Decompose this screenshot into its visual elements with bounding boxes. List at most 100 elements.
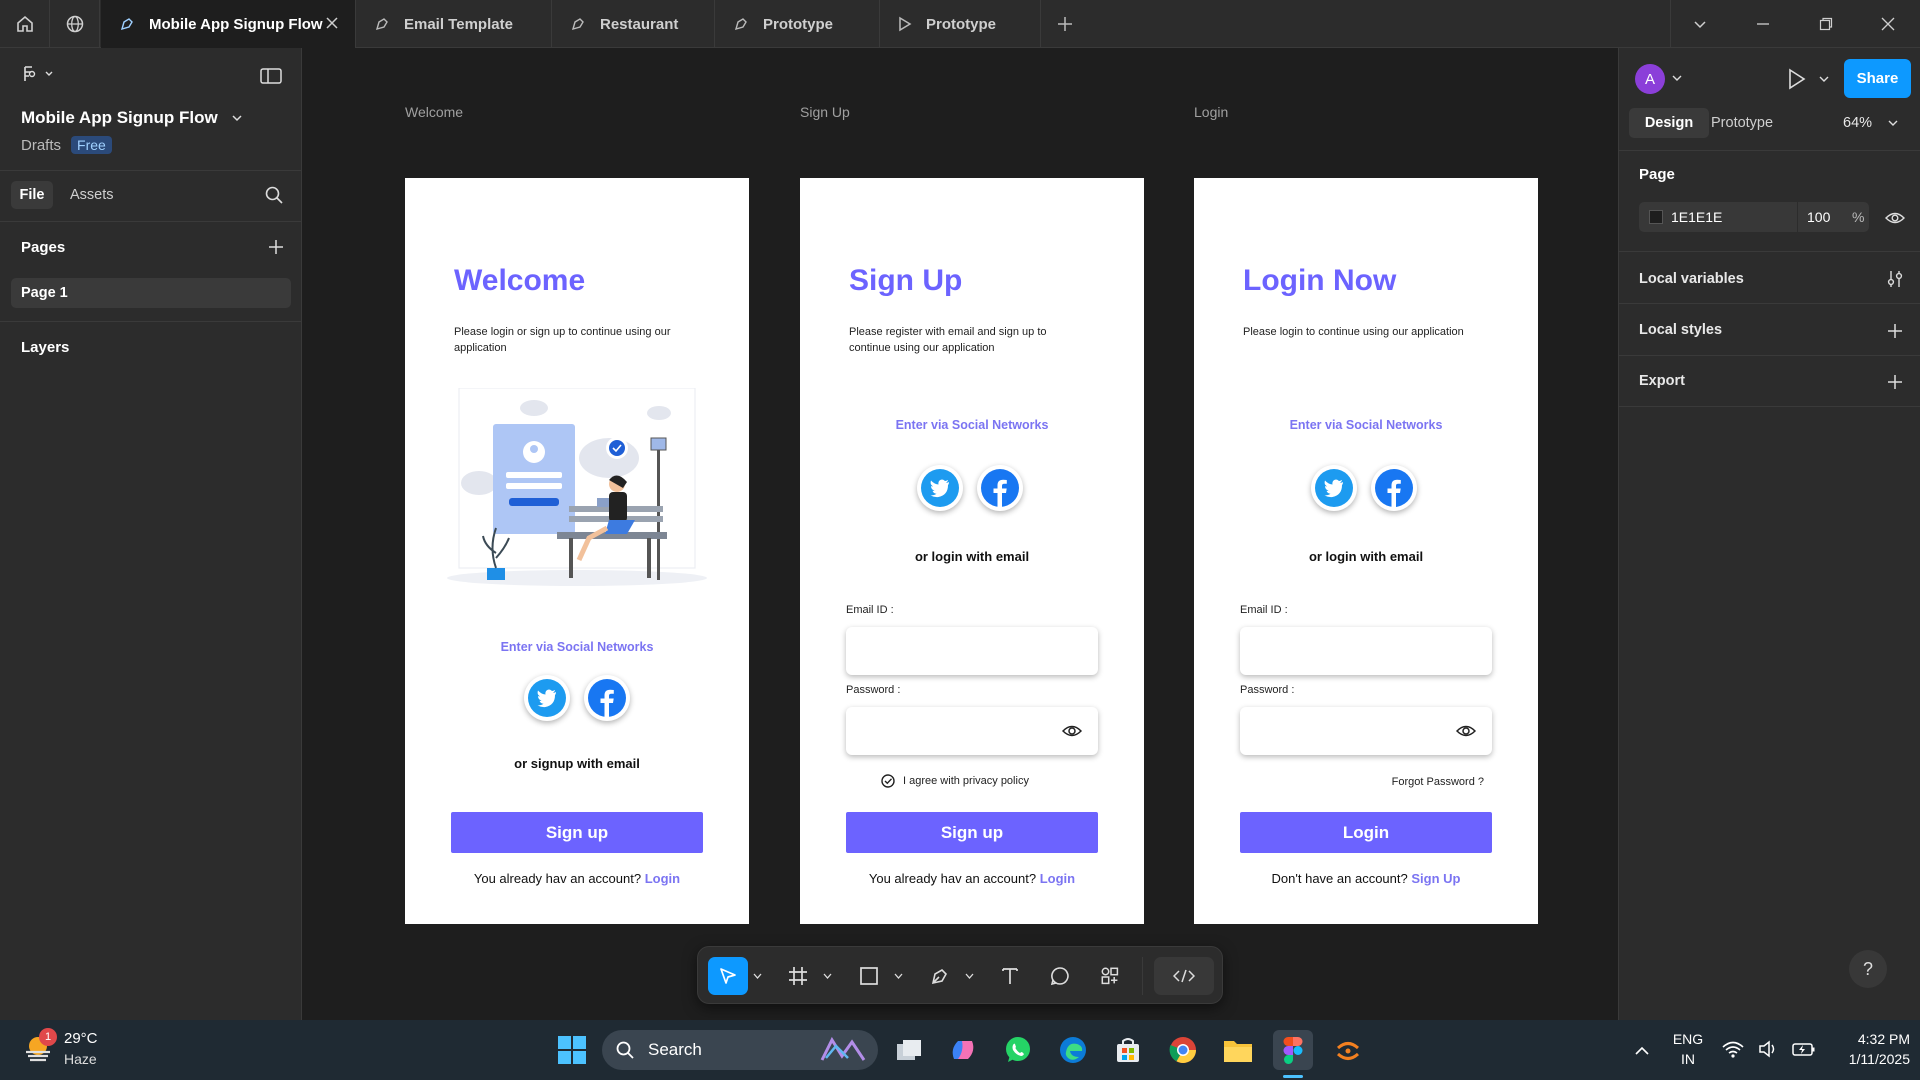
tab-file[interactable]: File <box>11 181 53 209</box>
login-email-field[interactable] <box>1240 627 1492 675</box>
frame-tool-menu[interactable] <box>820 957 834 995</box>
main-menu-button[interactable] <box>22 66 54 82</box>
weather-widget[interactable]: 1 <box>20 1028 57 1066</box>
shape-tool-menu[interactable] <box>891 957 905 995</box>
login-twitter-button[interactable] <box>1311 465 1357 511</box>
eye-icon[interactable] <box>1885 211 1905 225</box>
color-swatch[interactable] <box>1649 210 1663 224</box>
play-icon <box>1789 68 1806 90</box>
chevron-down-icon[interactable] <box>1672 75 1682 82</box>
zoom-dropdown[interactable]: 64% <box>1843 115 1898 131</box>
chevron-down-icon[interactable] <box>1819 76 1829 83</box>
page-color-value[interactable]: 1E1E1E <box>1671 209 1722 225</box>
avatar[interactable]: A <box>1635 64 1665 94</box>
start-button[interactable] <box>552 1030 592 1070</box>
welcome-signup-button[interactable]: Sign up <box>451 812 703 853</box>
welcome-facebook-button[interactable] <box>584 675 630 721</box>
login-submit-button[interactable]: Login <box>1240 812 1492 853</box>
eye-icon[interactable] <box>1062 723 1082 739</box>
layers-heading: Layers <box>21 339 70 356</box>
figma-taskbar-button[interactable] <box>1273 1030 1313 1070</box>
language-indicator[interactable]: ENG IN <box>1668 1031 1708 1067</box>
tab-design[interactable]: Design <box>1629 108 1709 138</box>
search-button[interactable] <box>265 186 283 204</box>
frame-label-signup[interactable]: Sign Up <box>800 104 850 120</box>
edge-button[interactable] <box>1053 1030 1093 1070</box>
tab-restaurant[interactable]: Restaurant <box>552 0 715 48</box>
drafts-label[interactable]: Drafts <box>21 137 61 154</box>
toggle-sidebar-button[interactable] <box>260 68 282 84</box>
tab-prototype-1[interactable]: Prototype <box>715 0 880 48</box>
comment-tool[interactable] <box>1042 957 1078 995</box>
login-facebook-button[interactable] <box>1371 465 1417 511</box>
frame-tool[interactable] <box>780 957 816 995</box>
community-button[interactable] <box>50 0 100 48</box>
copilot-button[interactable] <box>943 1030 983 1070</box>
variables-icon[interactable] <box>1887 270 1903 288</box>
file-explorer-button[interactable] <box>1218 1030 1258 1070</box>
tabs-dropdown-button[interactable] <box>1670 0 1730 48</box>
frame-signup[interactable]: Sign Up Please register with email and s… <box>800 178 1144 924</box>
close-window-button[interactable] <box>1858 0 1918 48</box>
frame-label-welcome[interactable]: Welcome <box>405 104 463 120</box>
page-opacity-value[interactable]: 100 <box>1807 209 1830 225</box>
actions-tool[interactable] <box>1092 957 1128 995</box>
dev-mode-toggle[interactable] <box>1154 957 1214 995</box>
signup-link[interactable]: Sign Up <box>1411 871 1460 886</box>
tab-email-template[interactable]: Email Template <box>356 0 552 48</box>
tab-mobile-app-signup-flow[interactable]: Mobile App Signup Flow <box>101 0 356 48</box>
chrome-button[interactable] <box>1163 1030 1203 1070</box>
home-button[interactable] <box>0 0 50 48</box>
store-button[interactable] <box>1108 1030 1148 1070</box>
page-color-field[interactable]: 1E1E1E 100 % <box>1639 202 1869 232</box>
clock[interactable]: 4:32 PM 1/11/2025 <box>1810 1031 1910 1067</box>
checkbox-checked-icon[interactable] <box>881 774 895 788</box>
signup-email-field[interactable] <box>846 627 1098 675</box>
help-button[interactable]: ? <box>1849 950 1887 988</box>
share-button[interactable]: Share <box>1844 59 1911 98</box>
eye-icon[interactable] <box>1456 723 1476 739</box>
minimize-button[interactable] <box>1733 0 1793 48</box>
move-tool-menu[interactable] <box>750 957 764 995</box>
plus-icon[interactable] <box>1887 323 1903 339</box>
tab-assets[interactable]: Assets <box>70 187 114 203</box>
frame-login[interactable]: Login Now Please login to continue using… <box>1194 178 1538 924</box>
rectangle-tool[interactable] <box>851 957 887 995</box>
system-tray[interactable] <box>1722 1040 1816 1058</box>
help-icon: ? <box>1862 958 1873 979</box>
file-name-button[interactable]: Mobile App Signup Flow <box>21 108 242 128</box>
add-page-button[interactable] <box>268 239 284 255</box>
plus-icon[interactable] <box>1887 374 1903 390</box>
text-tool[interactable] <box>992 957 1028 995</box>
move-tool[interactable] <box>708 957 748 995</box>
frame-label-login[interactable]: Login <box>1194 104 1228 120</box>
tab-prototype[interactable]: Prototype <box>1711 115 1773 131</box>
pen-tool[interactable] <box>922 957 958 995</box>
taskbar-search[interactable]: Search <box>602 1030 878 1070</box>
signup-submit-button[interactable]: Sign up <box>846 812 1098 853</box>
login-link[interactable]: Login <box>645 871 680 886</box>
present-button[interactable] <box>1787 68 1807 90</box>
frame-welcome[interactable]: Welcome Please login or sign up to conti… <box>405 178 749 924</box>
task-view-button[interactable] <box>889 1030 929 1070</box>
frame-icon <box>789 967 807 985</box>
task-view-icon <box>897 1040 921 1060</box>
signup-password-field[interactable] <box>846 707 1098 755</box>
signup-twitter-button[interactable] <box>917 465 963 511</box>
show-hidden-icons-button[interactable] <box>1622 1030 1662 1070</box>
pen-tool-menu[interactable] <box>962 957 976 995</box>
local-variables-heading[interactable]: Local variables <box>1639 271 1744 287</box>
signup-facebook-button[interactable] <box>977 465 1023 511</box>
forgot-password-link[interactable]: Forgot Password ? <box>1392 776 1484 788</box>
page-item-page-1[interactable]: Page 1 <box>11 278 291 308</box>
login-password-field[interactable] <box>1240 707 1492 755</box>
welcome-twitter-button[interactable] <box>524 675 570 721</box>
login-link[interactable]: Login <box>1040 871 1075 886</box>
tab-prototype-2[interactable]: Prototype <box>880 0 1041 48</box>
new-tab-button[interactable] <box>1035 0 1095 48</box>
app-button[interactable] <box>1328 1030 1368 1070</box>
close-icon[interactable] <box>325 16 339 30</box>
restore-button[interactable] <box>1796 0 1856 48</box>
whatsapp-button[interactable] <box>998 1030 1038 1070</box>
canvas[interactable]: Welcome Sign Up Login Welcome Please log… <box>302 48 1618 1020</box>
